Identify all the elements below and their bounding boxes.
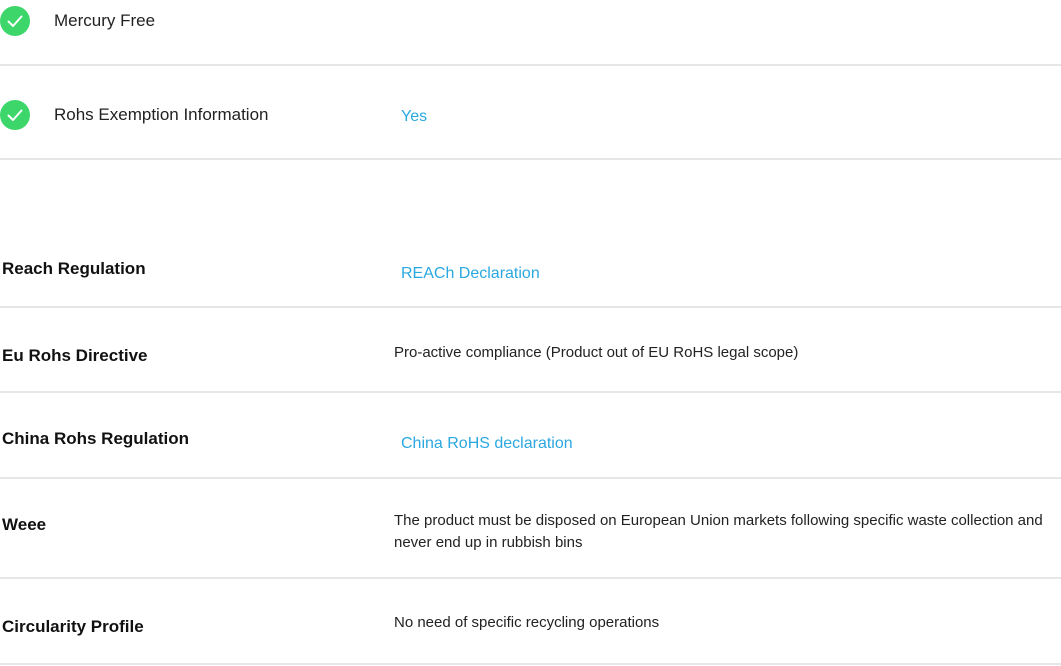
divider xyxy=(0,64,1061,66)
regulation-label: Reach Regulation xyxy=(2,259,146,278)
divider xyxy=(0,158,1061,160)
divider xyxy=(0,663,1061,665)
feature-value-link[interactable]: Yes xyxy=(401,107,427,127)
divider xyxy=(0,477,1061,479)
regulation-value: Pro-active compliance (Product out of EU… xyxy=(394,344,799,361)
divider xyxy=(0,306,1061,308)
china-rohs-declaration-link[interactable]: China RoHS declaration xyxy=(401,434,573,454)
check-circle-icon xyxy=(0,100,30,130)
regulation-label: China Rohs Regulation xyxy=(2,429,189,448)
regulation-value: No need of specific recycling operations xyxy=(394,614,660,631)
regulation-label: Weee xyxy=(2,515,47,534)
feature-label: Rohs Exemption Information xyxy=(54,105,269,124)
divider xyxy=(0,577,1061,579)
reach-declaration-link[interactable]: REACh Declaration xyxy=(401,264,540,284)
divider xyxy=(0,391,1061,393)
regulation-label: Eu Rohs Directive xyxy=(2,346,148,365)
feature-label: Mercury Free xyxy=(54,11,156,30)
regulation-label: Circularity Profile xyxy=(2,617,144,636)
regulation-value: The product must be disposed on European… xyxy=(394,512,1043,551)
check-circle-icon xyxy=(0,6,30,36)
